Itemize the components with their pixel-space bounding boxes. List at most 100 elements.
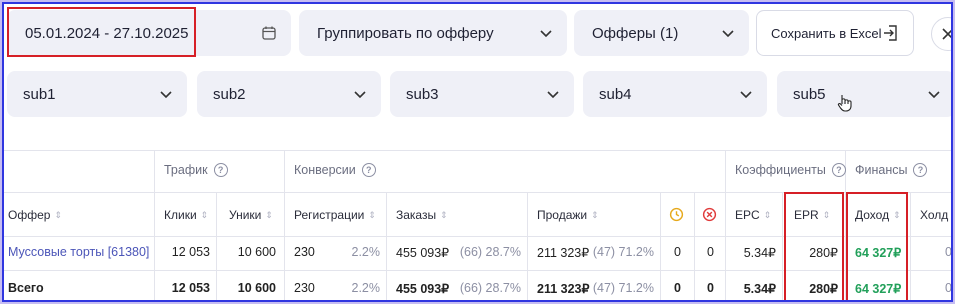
- close-icon: [942, 28, 951, 40]
- clicks-total: 12 053: [171, 281, 210, 295]
- col-registrations-label: Регистрации: [294, 208, 365, 222]
- col-registrations[interactable]: Регистрации ⇕: [294, 208, 376, 222]
- sales-detail: (47) 71.2%: [592, 245, 654, 259]
- sort-icon: ⇕: [440, 209, 448, 220]
- report-panel: 05.01.2024 - 27.10.2025 Группировать по …: [2, 2, 953, 302]
- epr-value: 280₽: [809, 246, 838, 260]
- cancel-circle-icon: [702, 207, 717, 222]
- chevron-down-icon: [722, 30, 734, 38]
- hold-value: 0: [945, 245, 952, 259]
- sub5-select[interactable]: sub5: [777, 71, 951, 117]
- help-icon[interactable]: ?: [361, 163, 376, 177]
- pending-total: 0: [674, 281, 681, 295]
- registrations-percent: 2.2%: [351, 245, 381, 259]
- sales-value: 211 323₽: [537, 246, 590, 260]
- sub2-select[interactable]: sub2: [197, 71, 381, 117]
- group-coefficients: Коэффициенты?: [735, 163, 846, 177]
- sales-total-detail: (47) 71.2%: [592, 281, 654, 295]
- sub3-label: sub3: [406, 85, 439, 103]
- sub3-select[interactable]: sub3: [390, 71, 574, 117]
- col-offer[interactable]: Оффер ⇕: [8, 208, 62, 222]
- orders-total: 455 093₽: [396, 282, 450, 296]
- epc-value: 5.34₽: [743, 246, 776, 260]
- sub2-label: sub2: [213, 85, 246, 103]
- uniques-total: 10 600: [237, 281, 276, 295]
- offers-select[interactable]: Офферы (1): [574, 10, 749, 56]
- total-label: Всего: [8, 281, 44, 295]
- income-total: 64 327₽: [855, 282, 902, 296]
- registrations-value: 230: [294, 245, 315, 259]
- group-by-value: Группировать по офферу: [317, 24, 494, 42]
- offer-link[interactable]: Муссовые торты [61380]: [8, 245, 149, 259]
- export-icon: [884, 25, 897, 41]
- group-finance: Финансы?: [855, 163, 928, 177]
- sub5-label: sub5: [793, 85, 826, 103]
- sort-icon: ⇕: [265, 209, 273, 220]
- uniques-value: 10 600: [237, 245, 276, 259]
- income-value: 64 327₽: [855, 246, 902, 260]
- orders-value: 455 093₽: [396, 246, 450, 260]
- col-sales-label: Продажи: [537, 208, 588, 222]
- group-finance-label: Финансы: [855, 163, 908, 177]
- col-income-label: Доход: [855, 208, 890, 222]
- col-epr-label: EPR: [794, 208, 819, 222]
- group-traffic: Трафик?: [164, 163, 228, 177]
- sort-icon: ⇕: [591, 209, 599, 220]
- epr-total: 280₽: [809, 282, 838, 296]
- col-uniques-label: Уники: [229, 208, 262, 222]
- sub1-select[interactable]: sub1: [7, 71, 187, 117]
- date-range-value: 05.01.2024 - 27.10.2025: [25, 24, 189, 42]
- sub1-label: sub1: [23, 85, 56, 103]
- sort-icon: ⇕: [368, 209, 376, 220]
- sub4-select[interactable]: sub4: [583, 71, 767, 117]
- stats-table: Трафик? Конверсии? Коэффициенты? Финансы…: [4, 150, 952, 300]
- col-epc[interactable]: EPC ⇕: [735, 208, 771, 222]
- col-hold[interactable]: Холд: [920, 208, 948, 222]
- registrations-total-percent: 2.2%: [351, 281, 381, 295]
- registrations-total: 230: [294, 281, 315, 295]
- chevron-down-icon: [547, 91, 559, 99]
- pending-value: 0: [674, 245, 681, 259]
- epc-total: 5.34₽: [743, 282, 776, 296]
- chevron-down-icon: [740, 91, 752, 99]
- col-sales[interactable]: Продажи ⇕: [537, 208, 599, 222]
- col-pending[interactable]: [669, 207, 684, 222]
- orders-total-detail: (66) 28.7%: [459, 281, 521, 295]
- orders-detail: (66) 28.7%: [459, 245, 521, 259]
- calendar-icon: [262, 26, 276, 40]
- close-button[interactable]: [931, 17, 951, 51]
- col-offer-label: Оффер: [8, 208, 51, 222]
- help-icon[interactable]: ?: [213, 163, 228, 177]
- chevron-down-icon: [160, 91, 172, 99]
- col-orders-label: Заказы: [396, 208, 437, 222]
- col-epr[interactable]: EPR ⇕: [794, 208, 830, 222]
- group-coefficients-label: Коэффициенты: [735, 163, 826, 177]
- col-rejected[interactable]: [702, 207, 717, 222]
- rejected-total: 0: [707, 281, 714, 295]
- col-uniques[interactable]: Уники ⇕: [229, 208, 273, 222]
- group-conversions: Конверсии?: [294, 163, 376, 177]
- col-clicks[interactable]: Клики ⇕: [164, 208, 208, 222]
- group-conversions-label: Конверсии: [294, 163, 356, 177]
- rejected-value: 0: [707, 245, 714, 259]
- export-excel-button[interactable]: Сохранить в Excel: [756, 10, 914, 56]
- offers-value: Офферы (1): [592, 24, 679, 42]
- help-icon[interactable]: ?: [831, 163, 846, 177]
- col-epc-label: EPC: [735, 208, 760, 222]
- col-income[interactable]: Доход ⇕: [855, 208, 901, 222]
- sort-icon: ⇕: [893, 209, 901, 220]
- sort-icon: ⇕: [822, 209, 831, 220]
- chevron-down-icon: [354, 91, 366, 99]
- group-by-select[interactable]: Группировать по офферу: [299, 10, 567, 56]
- date-range-picker[interactable]: 05.01.2024 - 27.10.2025: [7, 10, 291, 56]
- col-orders[interactable]: Заказы ⇕: [396, 208, 448, 222]
- sub4-label: sub4: [599, 85, 632, 103]
- sort-icon: ⇕: [200, 209, 209, 220]
- group-traffic-label: Трафик: [164, 163, 208, 177]
- help-icon[interactable]: ?: [913, 163, 928, 177]
- export-excel-label: Сохранить в Excel: [771, 25, 882, 41]
- col-hold-label: Холд: [920, 208, 949, 222]
- hold-total: 0: [945, 281, 952, 295]
- sales-total: 211 323₽: [537, 282, 590, 296]
- hand-cursor-icon: [837, 95, 852, 112]
